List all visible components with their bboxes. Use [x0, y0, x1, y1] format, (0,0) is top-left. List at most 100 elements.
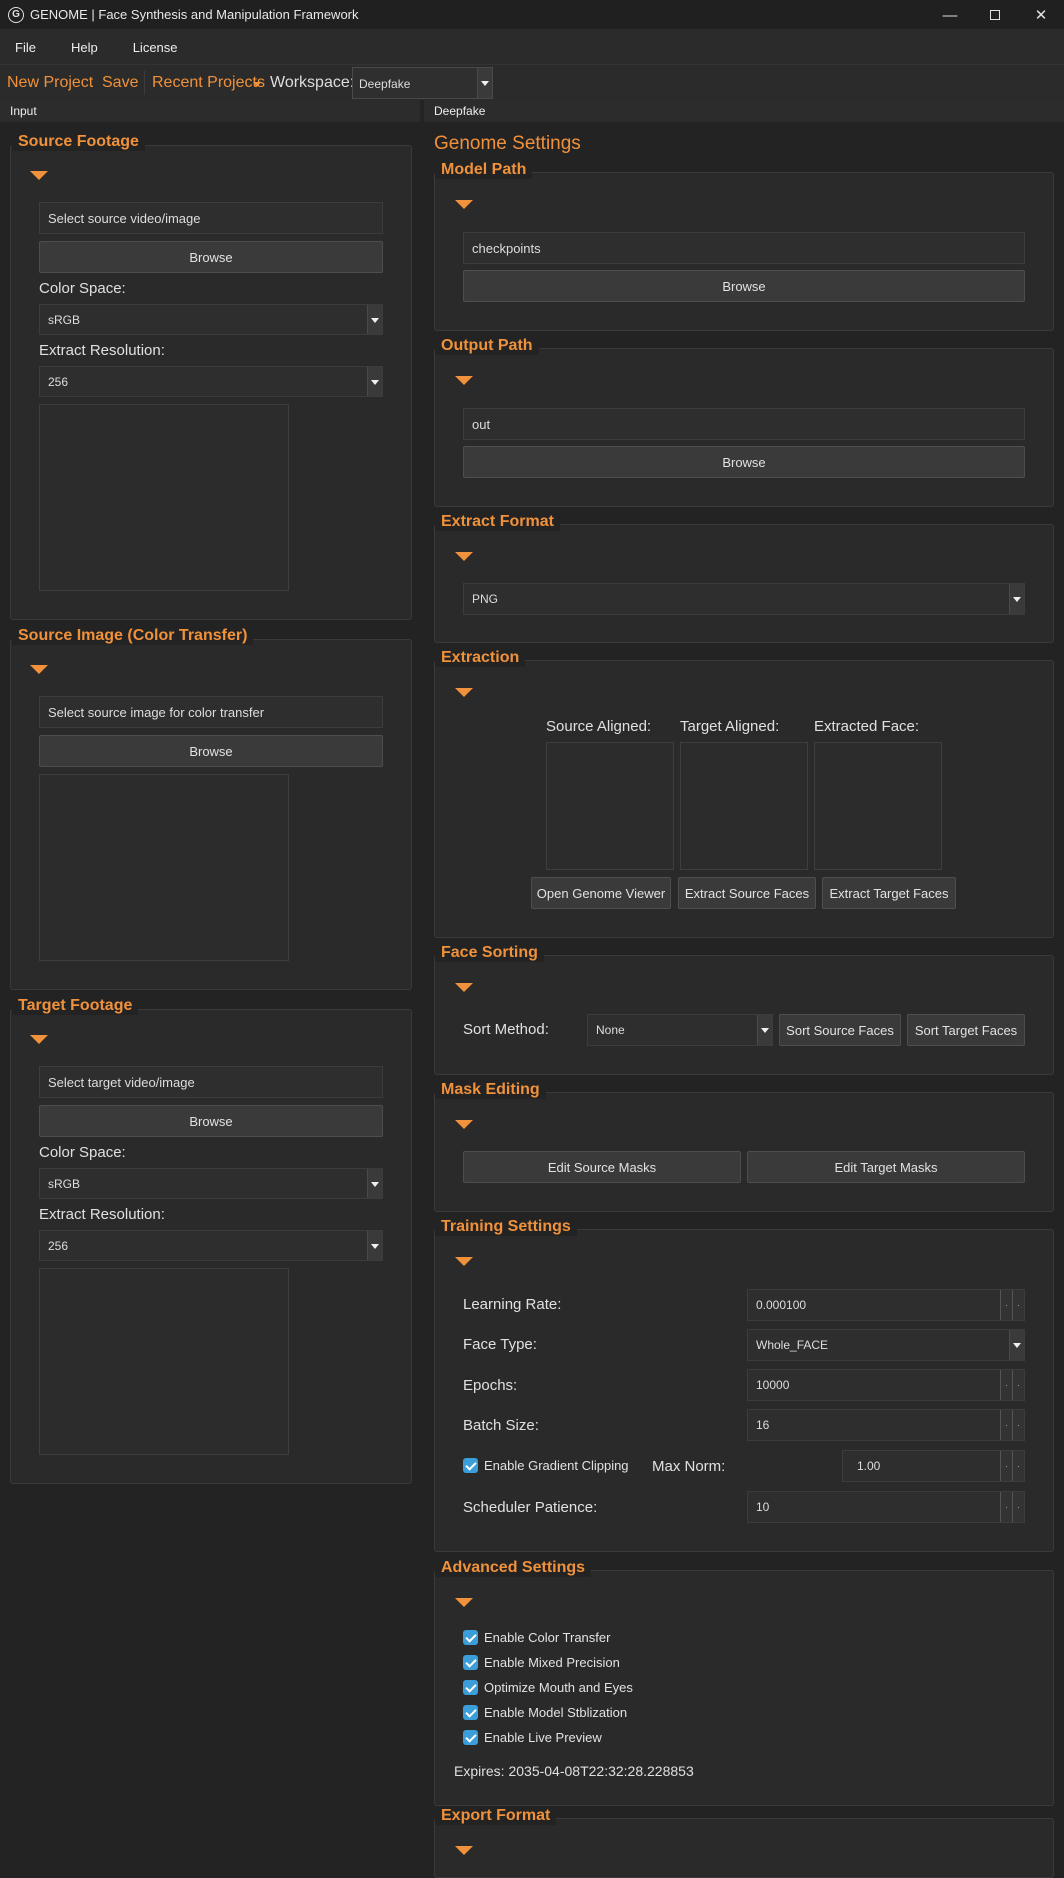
model-path-input[interactable]: checkpoints — [463, 232, 1025, 264]
maximize-icon[interactable] — [972, 0, 1018, 30]
save-button[interactable]: Save — [102, 74, 138, 92]
edit-source-masks-button[interactable]: Edit Source Masks — [463, 1151, 741, 1183]
collapse-arrow-icon[interactable] — [455, 200, 473, 209]
spin-down-icon[interactable]: · — [1000, 1451, 1012, 1481]
extract-format-value: PNG — [472, 592, 499, 606]
scheduler-patience-spinbox[interactable]: 10 · · — [747, 1491, 1025, 1523]
output-path-browse-button[interactable]: Browse — [463, 446, 1025, 478]
target-path-input[interactable]: Select target video/image — [39, 1066, 383, 1098]
spin-down-icon[interactable]: · — [1000, 1290, 1012, 1320]
sort-target-faces-button[interactable]: Sort Target Faces — [907, 1014, 1025, 1046]
resolution-value: 256 — [48, 374, 69, 389]
collapse-arrow-icon[interactable] — [455, 688, 473, 697]
source-image-title: Source Image (Color Transfer) — [12, 627, 254, 645]
collapse-arrow-icon[interactable] — [455, 1598, 473, 1607]
spin-up-icon[interactable]: · — [1012, 1410, 1024, 1440]
tab-input[interactable]: Input — [0, 100, 420, 122]
mixed-precision-checkbox[interactable] — [463, 1655, 478, 1670]
model-stabilization-checkbox[interactable] — [463, 1705, 478, 1720]
menu-file[interactable]: File — [15, 40, 36, 55]
learning-rate-spinbox[interactable]: 0.000100 · · — [747, 1289, 1025, 1321]
menu-help[interactable]: Help — [71, 40, 98, 55]
recent-projects-chevron-icon[interactable] — [253, 82, 261, 87]
extracted-face-preview — [814, 742, 942, 870]
spin-up-icon[interactable]: · — [1012, 1370, 1024, 1400]
open-genome-viewer-button[interactable]: Open Genome Viewer — [531, 877, 671, 909]
max-norm-label: Max Norm: — [652, 1458, 726, 1475]
color-transfer-path-input[interactable]: Select source image for color transfer — [39, 696, 383, 728]
target-footage-preview — [39, 1268, 289, 1455]
color-transfer-browse-button[interactable]: Browse — [39, 735, 383, 767]
edit-target-masks-button[interactable]: Edit Target Masks — [747, 1151, 1025, 1183]
max-norm-spinbox[interactable]: 1.00 · · — [842, 1450, 1025, 1482]
close-icon[interactable]: ✕ — [1018, 0, 1064, 30]
new-project-button[interactable]: New Project — [7, 74, 93, 92]
face-type-select[interactable]: Whole_FACE — [747, 1329, 1025, 1361]
collapse-arrow-icon[interactable] — [30, 1035, 48, 1044]
epochs-spinbox[interactable]: 10000 · · — [747, 1369, 1025, 1401]
chevron-down-icon[interactable] — [367, 1169, 382, 1198]
source-path-input[interactable]: Select source video/image — [39, 202, 383, 234]
menu-license[interactable]: License — [133, 40, 178, 55]
title-bar: G GENOME | Face Synthesis and Manipulati… — [0, 0, 1064, 30]
mouth-eyes-checkbox[interactable] — [463, 1680, 478, 1695]
resolution-value: 256 — [48, 1238, 69, 1253]
chevron-down-icon[interactable] — [367, 1231, 382, 1260]
minimize-icon[interactable]: — — [927, 0, 973, 30]
extract-format-select[interactable]: PNG — [463, 583, 1025, 615]
source-footage-title: Source Footage — [12, 133, 145, 151]
face-type-label: Face Type: — [463, 1336, 537, 1353]
collapse-arrow-icon[interactable] — [455, 1120, 473, 1129]
source-color-space-select[interactable]: sRGB — [39, 304, 383, 335]
learning-rate-value: 0.000100 — [756, 1298, 807, 1312]
collapse-arrow-icon[interactable] — [30, 665, 48, 674]
color-transfer-checkbox[interactable] — [463, 1630, 478, 1645]
chevron-down-icon[interactable] — [477, 68, 492, 98]
gradient-clipping-checkbox[interactable] — [463, 1458, 478, 1473]
model-path-browse-button[interactable]: Browse — [463, 270, 1025, 302]
color-space-value: sRGB — [48, 312, 81, 327]
collapse-arrow-icon[interactable] — [455, 1257, 473, 1266]
chevron-down-icon[interactable] — [367, 367, 382, 396]
collapse-arrow-icon[interactable] — [455, 983, 473, 992]
collapse-arrow-icon[interactable] — [455, 1846, 473, 1855]
live-preview-checkbox[interactable] — [463, 1730, 478, 1745]
max-norm-value: 1.00 — [857, 1459, 881, 1473]
source-browse-button[interactable]: Browse — [39, 241, 383, 273]
chevron-down-icon[interactable] — [367, 305, 382, 334]
recent-projects-button[interactable]: Recent Projects — [152, 74, 265, 92]
extract-resolution-label: Extract Resolution: — [39, 342, 165, 359]
batch-size-spinbox[interactable]: 16 · · — [747, 1409, 1025, 1441]
collapse-arrow-icon[interactable] — [455, 552, 473, 561]
spin-up-icon[interactable]: · — [1012, 1290, 1024, 1320]
source-resolution-select[interactable]: 256 — [39, 366, 383, 397]
output-path-title: Output Path — [435, 337, 539, 355]
advanced-settings-title: Advanced Settings — [435, 1559, 592, 1577]
sort-method-select[interactable]: None — [587, 1014, 773, 1046]
face-type-value: Whole_FACE — [756, 1338, 829, 1352]
app-logo-icon: G — [8, 6, 24, 23]
target-resolution-select[interactable]: 256 — [39, 1230, 383, 1261]
target-browse-button[interactable]: Browse — [39, 1105, 383, 1137]
spin-down-icon[interactable]: · — [1000, 1370, 1012, 1400]
workspace-select[interactable]: Deepfake — [352, 67, 493, 99]
face-sorting-title: Face Sorting — [435, 944, 544, 962]
spin-down-icon[interactable]: · — [1000, 1410, 1012, 1440]
output-path-input[interactable]: out — [463, 408, 1025, 440]
source-aligned-label: Source Aligned: — [546, 718, 652, 735]
extract-target-faces-button[interactable]: Extract Target Faces — [822, 877, 956, 909]
extract-source-faces-button[interactable]: Extract Source Faces — [678, 877, 816, 909]
spin-up-icon[interactable]: · — [1012, 1492, 1024, 1522]
spin-down-icon[interactable]: · — [1000, 1492, 1012, 1522]
chevron-down-icon[interactable] — [1009, 1330, 1024, 1360]
collapse-arrow-icon[interactable] — [455, 376, 473, 385]
chevron-down-icon[interactable] — [1009, 584, 1024, 614]
sort-source-faces-button[interactable]: Sort Source Faces — [779, 1014, 901, 1046]
tab-deepfake[interactable]: Deepfake — [424, 100, 1064, 122]
source-aligned-preview — [546, 742, 674, 870]
chevron-down-icon[interactable] — [757, 1015, 772, 1045]
spin-up-icon[interactable]: · — [1012, 1451, 1024, 1481]
target-color-space-select[interactable]: sRGB — [39, 1168, 383, 1199]
collapse-arrow-icon[interactable] — [30, 171, 48, 180]
toolbar: New Project Save Recent Projects Workspa… — [0, 64, 1064, 100]
